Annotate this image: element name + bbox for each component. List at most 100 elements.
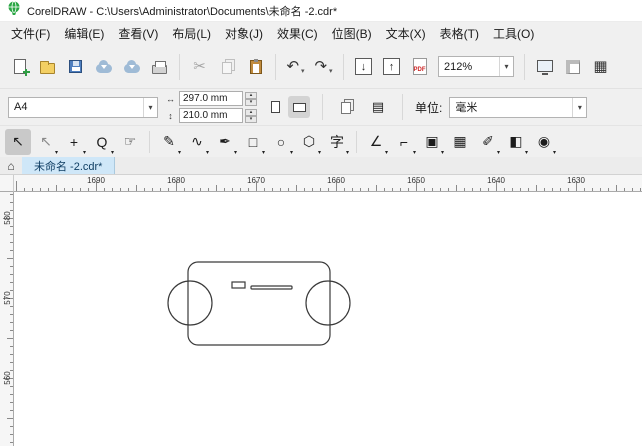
- cut-icon: ✂: [193, 58, 206, 75]
- polygon-tool[interactable]: ⬡ ▾: [296, 129, 322, 156]
- chevron-down-icon[interactable]: ▾: [572, 97, 586, 117]
- crop-tool[interactable]: + ▾: [61, 129, 87, 156]
- interactive-fill-tool[interactable]: ◧ ▾: [503, 129, 529, 156]
- menu-item-9[interactable]: 工具(O): [486, 22, 541, 45]
- small-rectangle-shape[interactable]: [231, 281, 246, 289]
- ruler-tick: [608, 188, 609, 191]
- right-circle-shape[interactable]: [305, 280, 351, 326]
- ruler-label: 580: [2, 211, 12, 225]
- drop-shadow-tool[interactable]: ▣ ▾: [419, 129, 445, 156]
- rounded-rectangle-shape[interactable]: [187, 261, 331, 346]
- connector-tool[interactable]: ⌐ ▾: [391, 129, 417, 156]
- page-preset-select[interactable]: A4 ▾: [8, 96, 158, 118]
- portrait-button[interactable]: [264, 96, 286, 118]
- print-button[interactable]: [146, 53, 173, 80]
- ruler-tick: [424, 188, 425, 191]
- chevron-down-icon[interactable]: ▾: [143, 97, 157, 117]
- cloud-upload-button[interactable]: [118, 53, 145, 80]
- menu-item-4[interactable]: 对象(J): [218, 22, 270, 45]
- horizontal-ruler[interactable]: 1690 1680 1670 1660 1650 1640 1630: [14, 175, 642, 192]
- home-tab-button[interactable]: ⌂: [0, 157, 22, 174]
- drawing-canvas[interactable]: [14, 192, 642, 446]
- ruler-tick: [384, 188, 385, 191]
- menu-item-2[interactable]: 查看(V): [111, 22, 165, 45]
- cloud-download-button[interactable]: [90, 53, 117, 80]
- ruler-tick: [7, 418, 13, 419]
- export-button[interactable]: ↑: [378, 53, 405, 80]
- new-document-icon: [13, 59, 30, 76]
- paste-button[interactable]: [242, 53, 269, 80]
- menu-item-6[interactable]: 位图(B): [325, 22, 379, 45]
- menu-item-0[interactable]: 文件(F): [4, 22, 57, 45]
- rectangle-tool[interactable]: □ ▾: [240, 129, 266, 156]
- save-button[interactable]: [62, 53, 89, 80]
- vertical-ruler[interactable]: 580 570 560: [0, 192, 14, 446]
- chevron-down-icon[interactable]: ▾: [499, 57, 513, 76]
- all-pages-button[interactable]: [335, 95, 359, 119]
- freehand-tool[interactable]: ✎ ▾: [156, 129, 182, 156]
- page-height-input[interactable]: 210.0 mm: [179, 108, 243, 123]
- transparency-tool[interactable]: ▦: [447, 129, 473, 155]
- menu-item-3[interactable]: 布局(L): [165, 22, 218, 45]
- units-select[interactable]: 毫米 ▾: [449, 96, 588, 118]
- ruler-tick: [184, 188, 185, 191]
- menu-item-7[interactable]: 文本(X): [379, 22, 433, 45]
- zoom-tool[interactable]: Q ▾: [89, 129, 115, 156]
- flyout-caret-icon: ▾: [384, 149, 388, 156]
- redo-button[interactable]: ↷ ▾: [310, 53, 337, 80]
- dimension-tool[interactable]: ∠ ▾: [363, 129, 389, 156]
- portrait-icon: [270, 101, 280, 113]
- ruler-tick: [128, 188, 129, 191]
- chevron-down-icon[interactable]: ▾: [329, 67, 333, 80]
- show-grid-button[interactable]: ▦: [587, 53, 614, 80]
- menu-item-5[interactable]: 效果(C): [270, 22, 325, 45]
- page-height-spinner: ▴ ▾: [245, 108, 257, 123]
- new-document-button[interactable]: [6, 53, 33, 80]
- slot-shape[interactable]: [250, 285, 293, 290]
- ellipse-tool[interactable]: ○ ▾: [268, 129, 294, 156]
- artistic-media-tool[interactable]: ✒ ▾: [212, 129, 238, 156]
- fullscreen-preview-button[interactable]: [531, 53, 558, 80]
- text-tool-icon: 字: [330, 133, 344, 150]
- text-tool[interactable]: 字 ▾: [324, 129, 350, 156]
- ruler-tick: [200, 188, 201, 191]
- landscape-button[interactable]: [288, 96, 310, 118]
- spinner-down-icon[interactable]: ▾: [245, 115, 257, 123]
- ruler-label: 1640: [487, 176, 505, 185]
- document-tab[interactable]: 未命名 -2.cdr*: [22, 157, 116, 174]
- ruler-tick: [168, 188, 169, 191]
- eyedropper-tool[interactable]: ✐ ▾: [475, 129, 501, 156]
- ruler-corner: [0, 175, 14, 192]
- menu-item-1[interactable]: 编辑(E): [57, 22, 111, 45]
- bezier-tool[interactable]: ∿ ▾: [184, 129, 210, 156]
- chevron-down-icon[interactable]: ▾: [301, 67, 305, 80]
- zoom-level-combo[interactable]: 212% ▾: [438, 56, 514, 77]
- show-rulers-button[interactable]: [559, 53, 586, 80]
- ruler-label: 560: [2, 371, 12, 385]
- spinner-up-icon[interactable]: ▴: [245, 108, 257, 116]
- page-height-icon: ↕: [168, 110, 173, 121]
- drop-shadow-tool-icon: ▣: [425, 133, 439, 149]
- pan-tool-icon: ☞: [123, 133, 137, 149]
- page-height-row: ↕ 210.0 mm ▴ ▾: [165, 108, 257, 123]
- ruler-tick: [624, 188, 625, 191]
- pdf-button[interactable]: PDF: [406, 53, 433, 80]
- ruler-tick: [592, 188, 593, 191]
- pick-tool[interactable]: ↖: [5, 128, 31, 155]
- shape-tool[interactable]: ↖ ▾: [33, 129, 59, 156]
- ruler-tick: [344, 188, 345, 191]
- toolbox: ↖ ↖ ▾ + ▾ Q ▾ ☞ ✎ ▾ ∿ ▾ ✒ ▾ □ ▾ ○ ▾ ⬡ ▾ 字 ▾ ∠ ▾ ⌐ ▾ ▣ ▾ ▦ ✐ ▾ ◧ ▾ ◉ ▾: [0, 125, 642, 157]
- import-button[interactable]: ↓: [350, 53, 377, 80]
- toolbar-separator: [322, 94, 323, 120]
- menu-item-8[interactable]: 表格(T): [433, 22, 486, 45]
- spinner-down-icon[interactable]: ▾: [245, 98, 257, 106]
- left-circle-shape[interactable]: [167, 280, 213, 326]
- page-width-input[interactable]: 297.0 mm: [179, 91, 243, 106]
- dimension-tool-icon: ∠: [369, 133, 383, 149]
- open-button[interactable]: [34, 53, 61, 80]
- pan-tool[interactable]: ☞: [117, 129, 143, 155]
- spinner-up-icon[interactable]: ▴: [245, 91, 257, 99]
- current-page-button[interactable]: ▤: [366, 95, 390, 119]
- outline-tool[interactable]: ◉ ▾: [531, 129, 557, 156]
- undo-button[interactable]: ↶ ▾: [282, 53, 309, 80]
